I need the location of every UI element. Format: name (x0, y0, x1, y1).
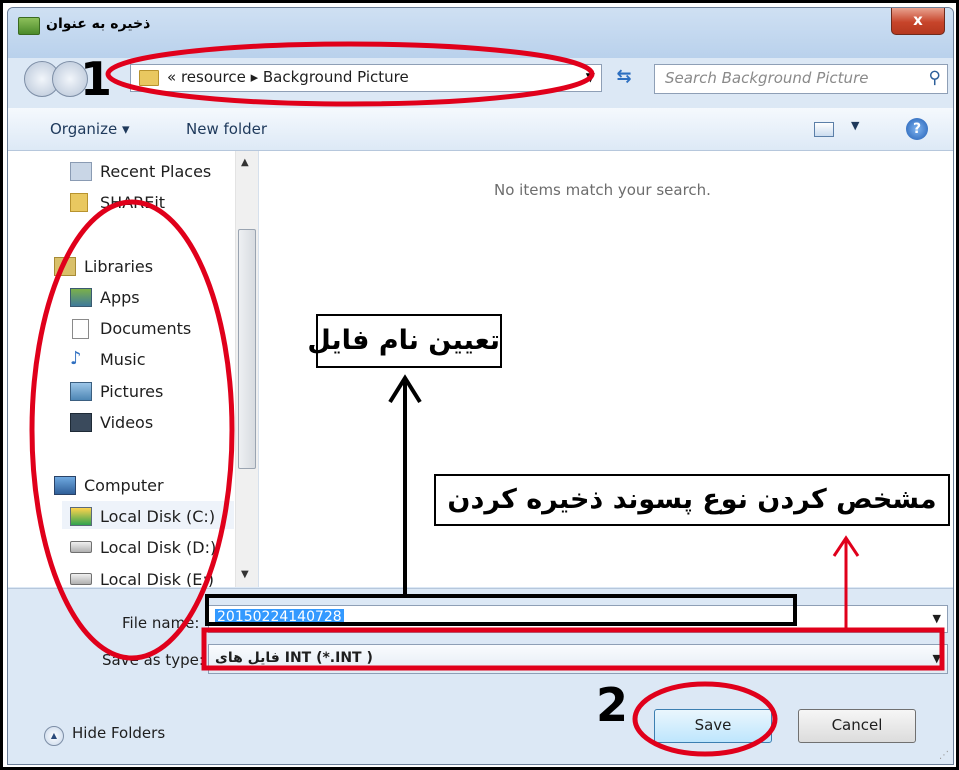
file-name-input[interactable]: 20150224140728 ▼ (208, 605, 948, 633)
scroll-up-icon[interactable]: ▲ (241, 157, 249, 168)
save-form: File name: 20150224140728 ▼ Save as type… (8, 588, 953, 764)
refresh-icon[interactable]: ⇆ (610, 66, 638, 90)
chevron-up-icon[interactable]: ▲ (44, 726, 64, 746)
nav-item-local-disk-d[interactable]: Local Disk (D:) (100, 538, 216, 557)
app-icon (18, 17, 40, 35)
nav-item-apps[interactable]: Apps (100, 288, 140, 307)
nav-item-libraries[interactable]: Libraries (84, 257, 153, 276)
nav-item-local-disk-c[interactable]: Local Disk (C:) (100, 507, 215, 526)
nav-item-computer[interactable]: Computer (84, 476, 164, 495)
window-title: ذخیره به عنوان (46, 16, 151, 32)
save-type-value: فایل های INT (*.INT ) (215, 650, 373, 666)
empty-message: No items match your search. (494, 181, 711, 199)
title-bar: ذخیره به عنوان x (8, 8, 953, 58)
command-bar: Organize ▾ New folder ▼ ? (8, 108, 953, 151)
file-name-note: تعیین نام فایل (307, 314, 502, 368)
step-2-label: 2 (596, 678, 629, 732)
nav-item-documents[interactable]: Documents (100, 319, 191, 338)
scroll-thumb[interactable] (238, 229, 256, 469)
save-type-label: Save as type: (102, 651, 204, 669)
cancel-button[interactable]: Cancel (798, 709, 916, 743)
address-bar[interactable]: « resource ▸ Background Picture ▼ (130, 64, 602, 92)
folder-icon (139, 70, 159, 86)
disk-icon (70, 573, 92, 585)
nav-item-shareit[interactable]: SHAREit (100, 193, 165, 212)
chevron-down-icon[interactable]: ▼ (586, 70, 595, 84)
chevron-down-icon[interactable]: ▼ (851, 119, 859, 132)
music-icon: ♪ (70, 348, 82, 369)
pictures-icon (70, 382, 92, 401)
videos-icon (70, 413, 92, 432)
nav-scrollbar[interactable]: ▲ ▼ (235, 151, 258, 587)
nav-item-pictures[interactable]: Pictures (100, 382, 163, 401)
libraries-icon (54, 257, 76, 276)
organize-button[interactable]: Organize ▾ (50, 120, 130, 138)
nav-item-local-disk-e[interactable]: Local Disk (E:) (100, 570, 214, 587)
save-type-select[interactable]: فایل های INT (*.INT ) ▼ (208, 644, 948, 674)
search-box[interactable]: Search Background Picture ⚲ (654, 64, 948, 94)
file-type-note: مشخص کردن نوع پسوند ذخیره کردن (434, 474, 950, 526)
scroll-down-icon[interactable]: ▼ (241, 569, 249, 580)
nav-item-music[interactable]: Music (100, 350, 146, 369)
file-name-label: File name: (122, 614, 200, 632)
view-options-icon[interactable] (814, 122, 834, 137)
screenshot-frame: ذخیره به عنوان x « resource ▸ Background… (0, 0, 959, 770)
computer-icon (54, 476, 76, 495)
apps-icon (70, 288, 92, 307)
close-button[interactable]: x (891, 8, 945, 35)
navigation-pane: Recent Places SHAREit Libraries Apps Doc… (8, 151, 259, 587)
disk-icon (70, 541, 92, 553)
nav-item-videos[interactable]: Videos (100, 413, 153, 432)
help-icon[interactable]: ? (906, 118, 928, 140)
file-name-value: 20150224140728 (215, 609, 344, 625)
search-icon[interactable]: ⚲ (929, 68, 941, 88)
recent-places-icon (70, 162, 92, 181)
search-placeholder: Search Background Picture (665, 69, 869, 87)
system-disk-icon (70, 507, 92, 526)
chevron-down-icon[interactable]: ▼ (933, 612, 941, 625)
chevron-down-icon[interactable]: ▼ (933, 652, 941, 665)
documents-icon (72, 319, 89, 339)
address-path: « resource ▸ Background Picture (167, 68, 409, 86)
resize-grip[interactable]: ⋰ (939, 750, 949, 761)
folder-icon (70, 193, 88, 212)
hide-folders-button[interactable]: Hide Folders (72, 724, 165, 742)
save-as-dialog: ذخیره به عنوان x « resource ▸ Background… (7, 7, 954, 765)
save-button[interactable]: Save (654, 709, 772, 743)
step-1-label: 1 (80, 52, 113, 106)
nav-item-recent-places[interactable]: Recent Places (100, 162, 211, 181)
new-folder-button[interactable]: New folder (186, 120, 267, 138)
